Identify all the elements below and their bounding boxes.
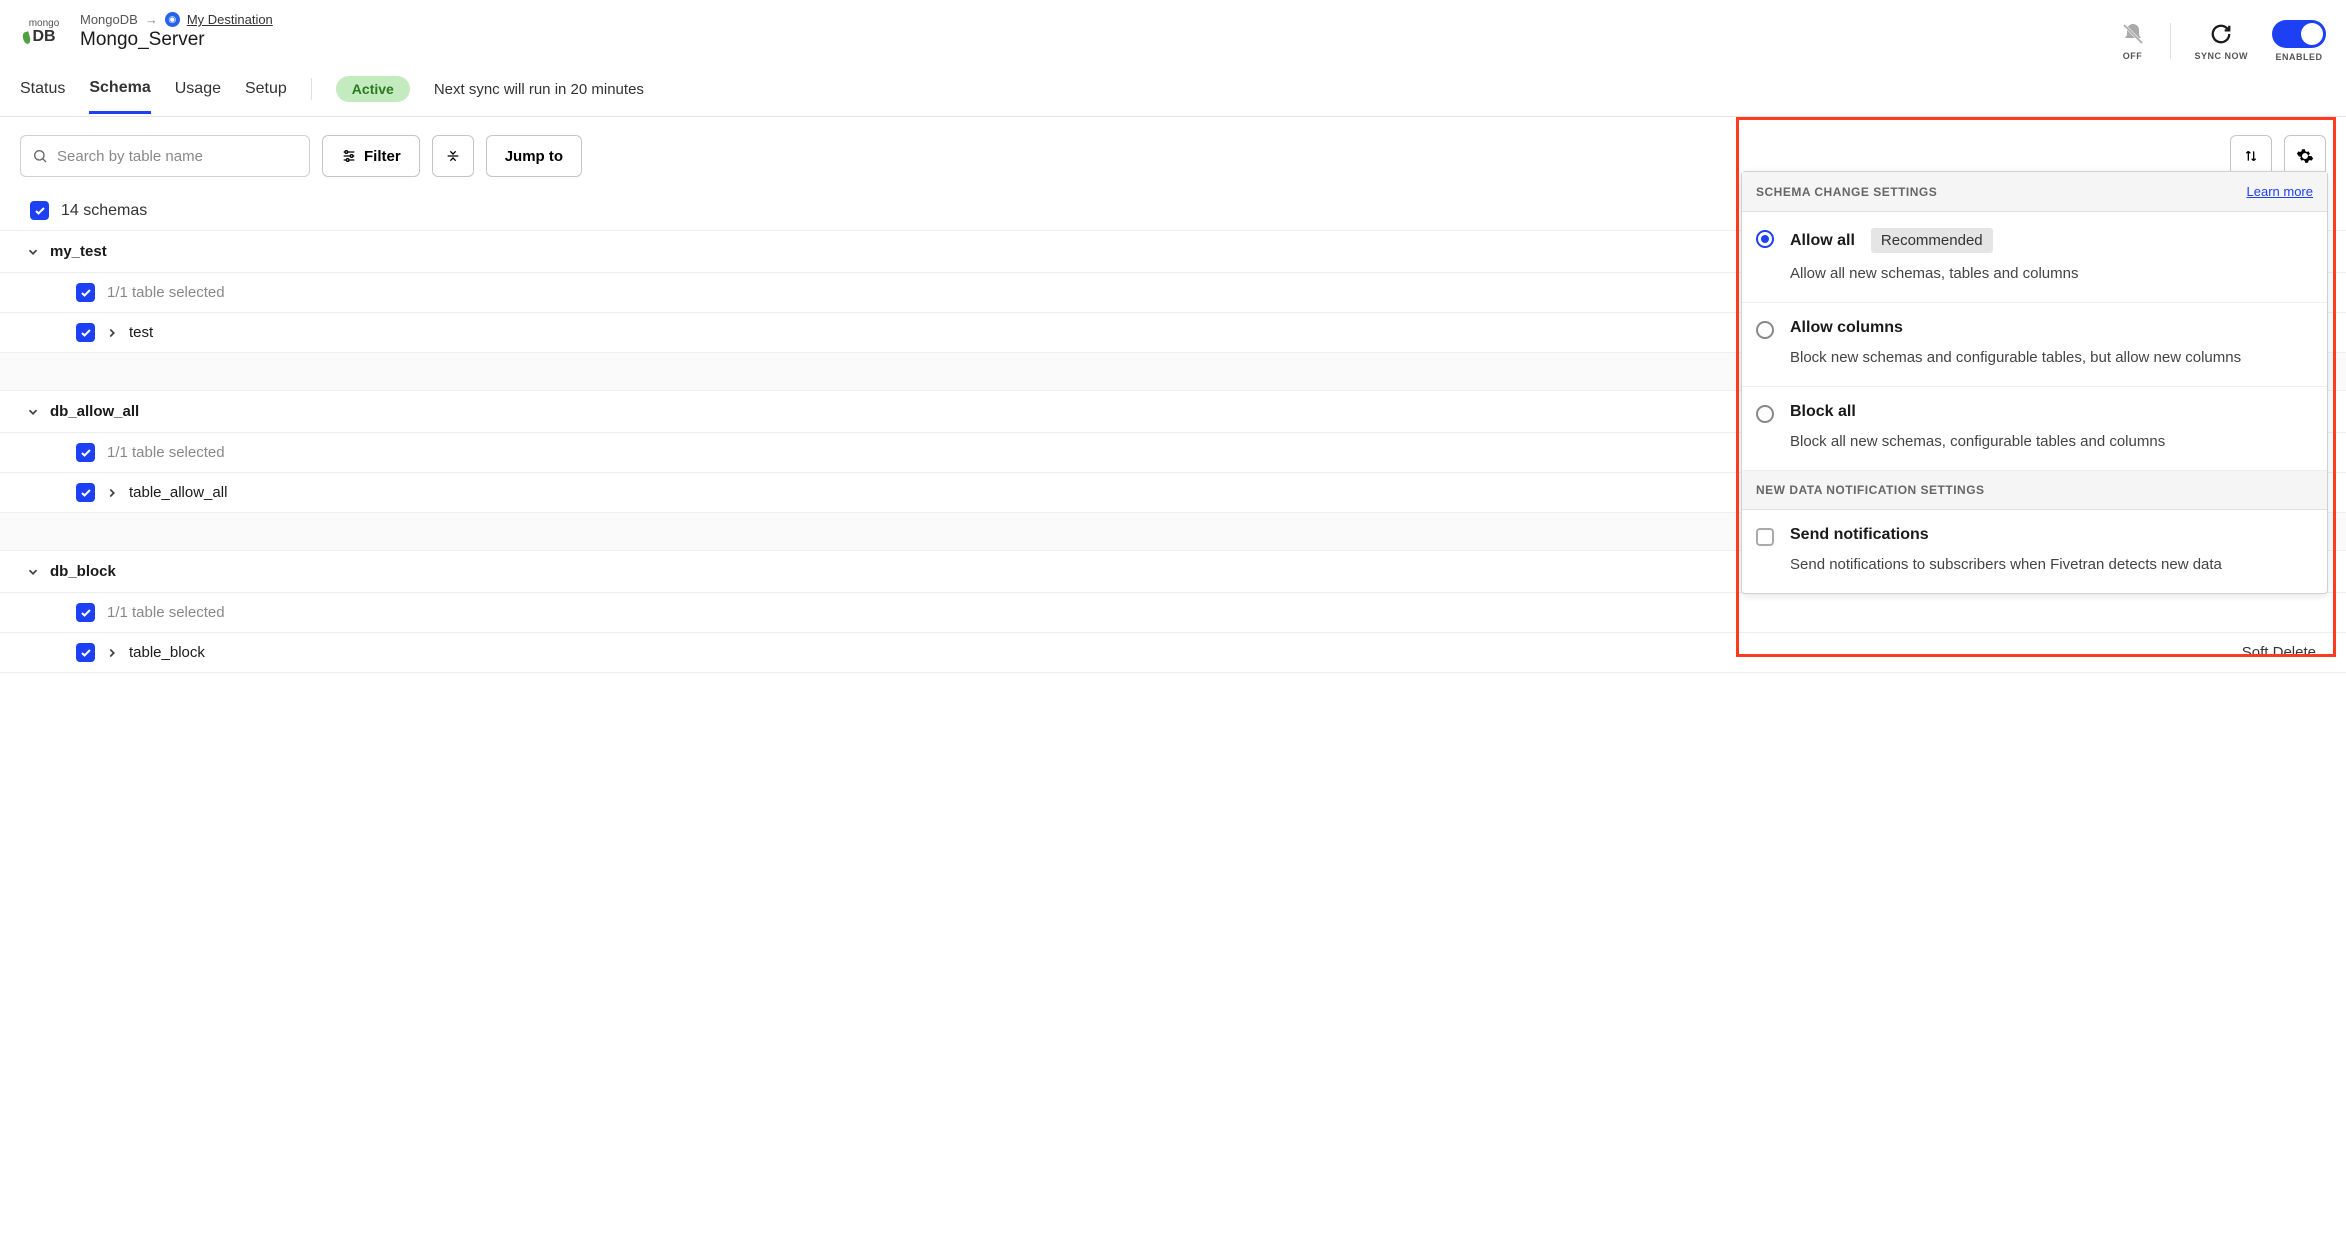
option-desc: Block new schemas and configurable table… — [1790, 347, 2313, 368]
chevron-down-icon — [26, 405, 40, 419]
tab-schema[interactable]: Schema — [89, 79, 150, 114]
checkbox[interactable] — [76, 483, 95, 502]
status-badge: Active — [336, 76, 410, 102]
breadcrumb-destination[interactable]: My Destination — [187, 12, 273, 27]
notifications-off-block[interactable]: OFF — [2120, 21, 2146, 61]
table-count-text: 1/1 table selected — [107, 284, 225, 301]
learn-more-link[interactable]: Learn more — [2247, 184, 2313, 199]
table-count-row: 1/1 table selected — [0, 593, 2346, 633]
tab-usage[interactable]: Usage — [175, 80, 221, 112]
collapse-button[interactable] — [432, 135, 474, 177]
arrow-right-icon: → — [145, 12, 158, 27]
breadcrumb: MongoDB → ◉ My Destination — [80, 12, 273, 27]
chevron-right-icon — [105, 486, 119, 500]
filter-label: Filter — [364, 148, 401, 165]
panel-section-header: SCHEMA CHANGE SETTINGS Learn more — [1742, 172, 2327, 212]
table-count-text: 1/1 table selected — [107, 444, 225, 461]
refresh-icon — [2208, 21, 2234, 47]
checkbox-notifications[interactable] — [1756, 528, 1774, 546]
search-input[interactable] — [20, 135, 310, 177]
option-title: Allow columns — [1790, 319, 1903, 337]
option-allow-all[interactable]: Allow all Recommended Allow all new sche… — [1742, 212, 2327, 303]
search-box — [20, 135, 310, 177]
chevron-down-icon — [26, 565, 40, 579]
breadcrumb-source[interactable]: MongoDB — [80, 12, 138, 27]
all-schemas-label: 14 schemas — [61, 202, 147, 220]
sync-now-label: SYNC NOW — [2195, 51, 2249, 61]
option-allow-columns[interactable]: Allow columns Block new schemas and conf… — [1742, 303, 2327, 387]
option-desc: Block all new schemas, configurable tabl… — [1790, 431, 2313, 452]
table-name: test — [129, 324, 153, 341]
search-icon — [32, 148, 48, 164]
content-wrap: Filter Jump to 14 schemas my_test — [0, 117, 2346, 673]
soft-delete-label: Soft Delete — [2242, 644, 2316, 661]
checkbox[interactable] — [76, 443, 95, 462]
tab-setup[interactable]: Setup — [245, 80, 287, 112]
schema-name: db_block — [50, 563, 116, 580]
tab-status[interactable]: Status — [20, 80, 65, 112]
table-name: table_allow_all — [129, 484, 227, 501]
divider — [2170, 23, 2171, 59]
header-right: OFF SYNC NOW ENABLED — [2120, 12, 2327, 62]
checkbox-all[interactable] — [30, 201, 49, 220]
enabled-label: ENABLED — [2275, 52, 2322, 62]
filter-button[interactable]: Filter — [322, 135, 420, 177]
option-title: Send notifications — [1790, 526, 1929, 544]
chevron-right-icon — [105, 646, 119, 660]
table-name: table_block — [129, 644, 205, 661]
option-send-notifications[interactable]: Send notifications Send notifications to… — [1742, 510, 2327, 593]
next-sync-text: Next sync will run in 20 minutes — [434, 81, 644, 98]
mongodb-logo: mongo DB — [20, 12, 68, 52]
checkbox[interactable] — [76, 603, 95, 622]
off-label: OFF — [2123, 51, 2143, 61]
header-left: mongo DB MongoDB → ◉ My Destination Mong… — [20, 12, 273, 52]
gear-icon — [2296, 147, 2314, 165]
enabled-toggle[interactable] — [2272, 20, 2326, 48]
breadcrumb-area: MongoDB → ◉ My Destination Mongo_Server — [80, 12, 273, 51]
jump-to-label: Jump to — [505, 148, 563, 165]
table-row[interactable]: table_block Soft Delete — [0, 633, 2346, 673]
radio-allow-columns[interactable] — [1756, 321, 1774, 339]
option-desc: Allow all new schemas, tables and column… — [1790, 263, 2313, 284]
tabs-row: Status Schema Usage Setup Active Next sy… — [0, 62, 2346, 117]
option-desc: Send notifications to subscribers when F… — [1790, 554, 2313, 575]
option-title: Allow all — [1790, 232, 1855, 250]
section-title: NEW DATA NOTIFICATION SETTINGS — [1756, 483, 1985, 497]
recommended-badge: Recommended — [1871, 228, 1993, 253]
panel-section-header-2: NEW DATA NOTIFICATION SETTINGS — [1742, 471, 2327, 510]
schema-name: my_test — [50, 243, 107, 260]
destination-icon: ◉ — [165, 12, 180, 27]
chevron-right-icon — [105, 326, 119, 340]
checkbox[interactable] — [76, 283, 95, 302]
bell-off-icon — [2120, 21, 2146, 47]
schema-settings-panel: SCHEMA CHANGE SETTINGS Learn more Allow … — [1741, 171, 2328, 594]
jump-to-button[interactable]: Jump to — [486, 135, 582, 177]
radio-allow-all[interactable] — [1756, 230, 1774, 248]
divider — [311, 78, 312, 100]
connector-title: Mongo_Server — [80, 29, 273, 51]
schema-name: db_allow_all — [50, 403, 139, 420]
chevron-down-icon — [26, 245, 40, 259]
option-title: Block all — [1790, 403, 1856, 421]
sort-icon — [2243, 148, 2259, 164]
page-header: mongo DB MongoDB → ◉ My Destination Mong… — [0, 0, 2346, 62]
enabled-toggle-block[interactable]: ENABLED — [2272, 20, 2326, 62]
sliders-icon — [341, 148, 357, 164]
section-title: SCHEMA CHANGE SETTINGS — [1756, 185, 1937, 199]
table-count-text: 1/1 table selected — [107, 604, 225, 621]
collapse-icon — [445, 148, 461, 164]
radio-block-all[interactable] — [1756, 405, 1774, 423]
checkbox[interactable] — [76, 643, 95, 662]
option-block-all[interactable]: Block all Block all new schemas, configu… — [1742, 387, 2327, 471]
sync-now-block[interactable]: SYNC NOW — [2195, 21, 2249, 61]
checkbox[interactable] — [76, 323, 95, 342]
